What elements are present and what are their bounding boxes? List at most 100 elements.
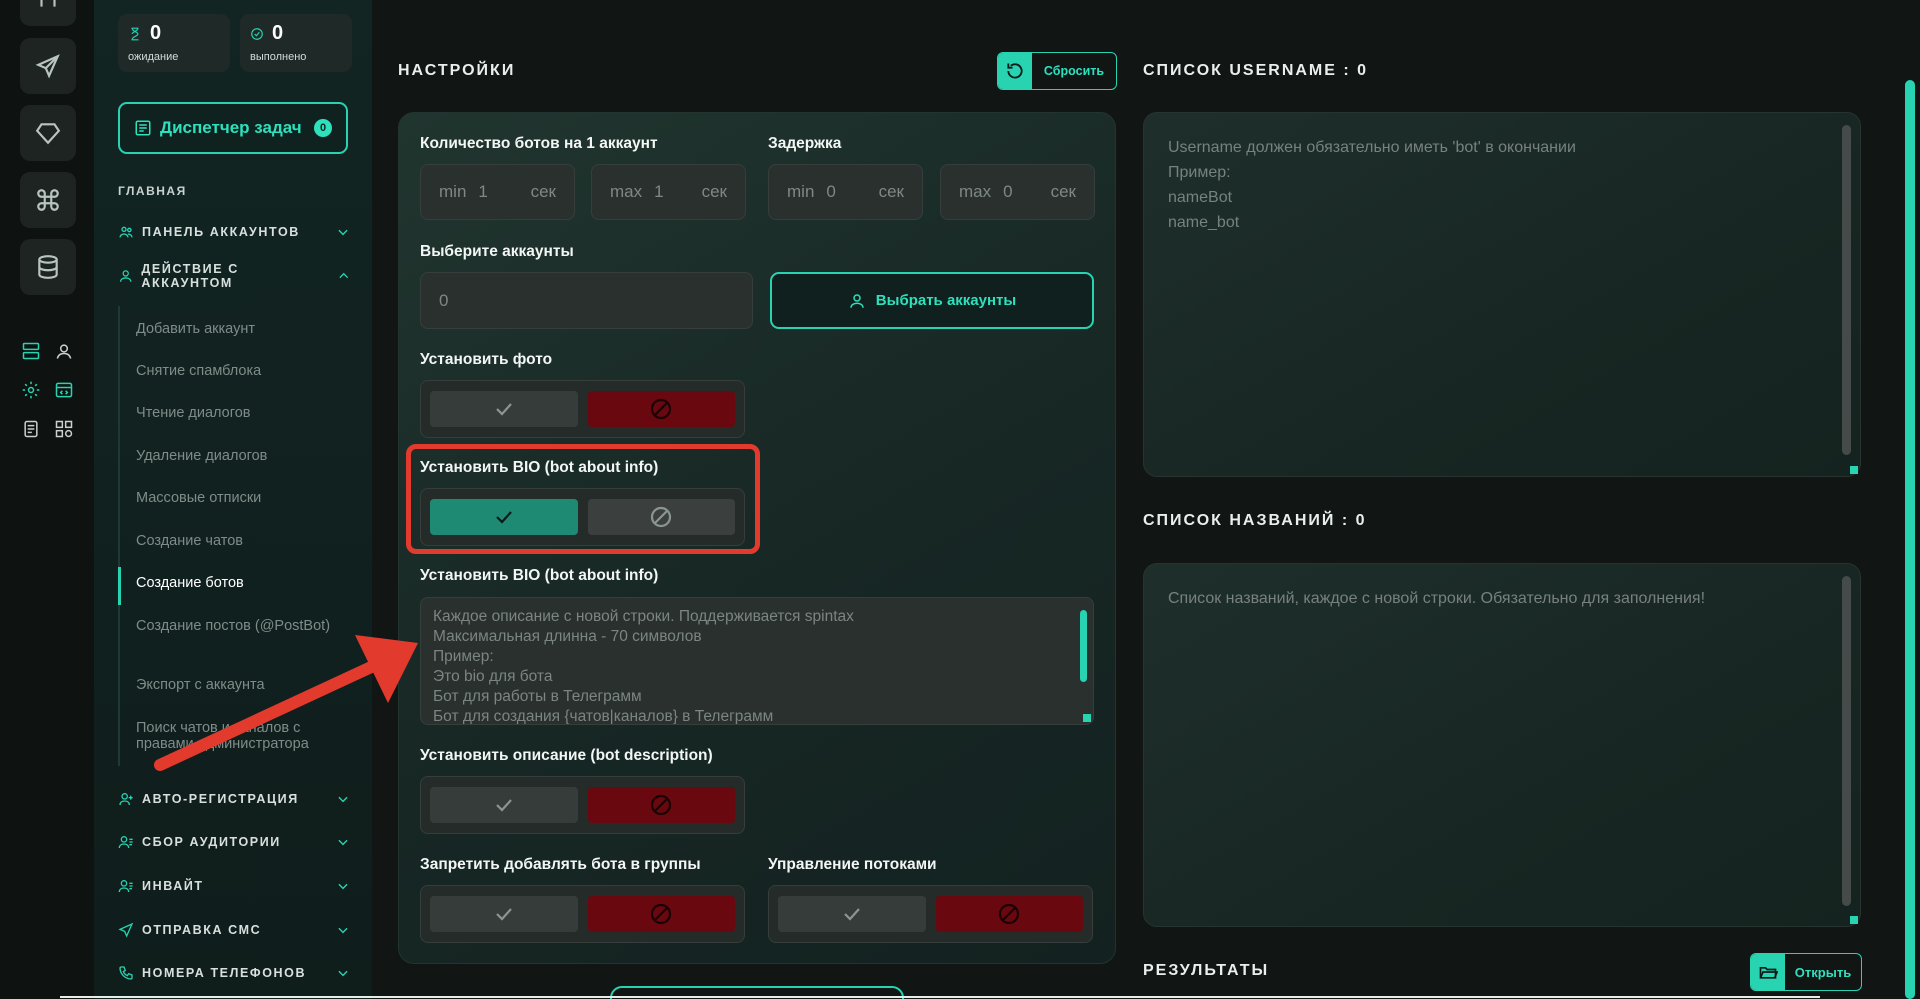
nav-group-label: СБОР АУДИТОРИИ (142, 835, 281, 849)
rail-send-button[interactable] (20, 38, 76, 94)
chevron-down-icon (338, 839, 348, 846)
submenu-line (118, 306, 120, 766)
open-results-button[interactable]: Открыть (1750, 953, 1862, 991)
rail-settings-button[interactable] (20, 379, 42, 401)
nav-group-accounts-panel[interactable]: ПАНЕЛЬ АККАУНТОВ (118, 221, 350, 243)
chevron-down-icon (338, 927, 348, 934)
set-photo-no-button[interactable] (587, 391, 735, 427)
username-list-textarea[interactable]: Username должен обязательно иметь 'bot' … (1143, 112, 1861, 477)
sidebar-item-delete-dialogs[interactable]: Удаление диалогов (136, 448, 346, 464)
stat-waiting-label: ожидание (128, 51, 179, 63)
placeholder-line: Каждое описание с новой строки. Поддержи… (433, 608, 854, 625)
username-list-title: СПИСОК USERNAME : 0 (1143, 62, 1369, 79)
resize-handle[interactable] (1850, 916, 1858, 924)
sidebar-item-spamblock[interactable]: Снятие спамблока (136, 363, 346, 379)
nav-group-label: ДЕЙСТВИЕ С АККАУНТОМ (141, 262, 239, 290)
rail-profile-button[interactable] (53, 340, 75, 362)
resize-handle[interactable] (1083, 714, 1091, 722)
nav-group-label: АВТО-РЕГИСТРАЦИЯ (142, 792, 299, 806)
stat-done: 0 выполнено (240, 14, 352, 72)
refresh-icon (1007, 63, 1023, 79)
rail-home-button[interactable] (20, 0, 76, 26)
placeholder-line: Пример: (1168, 164, 1231, 181)
bots-min-input[interactable]: min 1 сек (420, 164, 575, 220)
rail-code-button[interactable] (53, 379, 75, 401)
sidebar-item-create-bots[interactable]: Создание ботов (136, 575, 346, 591)
user-plus-icon (119, 793, 133, 806)
nav-group-auto-registration[interactable]: АВТО-РЕГИСТРАЦИЯ (118, 788, 350, 810)
rail-list-button[interactable] (20, 340, 42, 362)
choose-accounts-label: Выбрать аккаунты (875, 292, 1017, 309)
nav-group-sms[interactable]: ОТПРАВКА СМС (118, 919, 350, 941)
nav-group-invite[interactable]: ИНВАЙТ (118, 875, 350, 897)
threads-no-button[interactable] (935, 896, 1083, 932)
set-description-yes-button[interactable] (430, 787, 578, 823)
threads-yes-button[interactable] (778, 896, 926, 932)
bots-max-input[interactable]: max 1 сек (591, 164, 746, 220)
forbid-groups-no-button[interactable] (587, 896, 735, 932)
rail-apps-button[interactable] (53, 418, 75, 440)
delay-max-value: 0 (1003, 182, 1013, 201)
delay-label: Задержка (768, 135, 842, 152)
bio-textarea[interactable]: Каждое описание с новой строки. Поддержи… (420, 597, 1094, 725)
task-manager-label: Диспетчер задач (160, 118, 302, 137)
set-photo-label: Установить фото (420, 351, 553, 368)
rail-doc-button[interactable] (20, 418, 42, 440)
nav-group-audience[interactable]: СБОР АУДИТОРИИ (118, 831, 350, 853)
placeholder-line: Это bio для бота (433, 668, 553, 685)
rail-database-button[interactable] (20, 239, 76, 295)
accounts-input[interactable]: 0 (420, 272, 753, 329)
hourglass-icon (131, 27, 139, 40)
nav-group-label: ОТПРАВКА СМС (142, 923, 262, 937)
nav-group-label: НОМЕРА ТЕЛЕФОНОВ (142, 966, 307, 980)
set-photo-toggle (420, 380, 745, 438)
sidebar-item-mass-unsubscribe[interactable]: Массовые отписки (136, 490, 346, 506)
nav-group-account-actions[interactable]: ДЕЙСТВИЕ С АККАУНТОМ (118, 262, 350, 290)
app-root: 0 ожидание 0 выполнено Диспетчер задач 0… (0, 0, 1920, 999)
set-photo-yes-button[interactable] (430, 391, 578, 427)
code-window-icon (55, 382, 73, 398)
stat-waiting: 0 ожидание (118, 14, 230, 72)
page-scrollbar[interactable] (1905, 80, 1915, 999)
task-manager-badge: 0 (314, 119, 332, 137)
textarea-scrollbar[interactable] (1842, 125, 1851, 455)
user-icon (119, 270, 132, 282)
rail-command-button[interactable] (20, 172, 76, 228)
folder-open-icon (1759, 967, 1778, 979)
placeholder-line: name_bot (1168, 214, 1240, 231)
delay-min-value: 0 (826, 182, 836, 201)
reset-button[interactable]: Сбросить (997, 52, 1117, 90)
sidebar-item-create-chats[interactable]: Создание чатов (136, 533, 346, 549)
user-list-icon (118, 836, 133, 849)
icon-rail (0, 0, 94, 999)
user-location-icon (56, 344, 72, 359)
gear-icon (22, 381, 40, 399)
task-manager-button[interactable]: Диспетчер задач 0 (118, 102, 348, 154)
phone-icon (119, 966, 133, 980)
nav-group-phones[interactable]: НОМЕРА ТЕЛЕФОНОВ (118, 962, 350, 984)
min-prefix: min (787, 182, 815, 201)
chevron-down-icon (338, 883, 348, 890)
bottom-divider (60, 996, 1820, 998)
choose-accounts-button[interactable]: Выбрать аккаунты (770, 272, 1094, 329)
threads-toggle (768, 885, 1093, 943)
accounts-value: 0 (439, 290, 449, 310)
bots-max-value: 1 (654, 182, 664, 201)
sidebar-item-read-dialogs[interactable]: Чтение диалогов (136, 405, 346, 421)
max-prefix: max (959, 182, 992, 201)
textarea-scrollbar[interactable] (1080, 610, 1087, 682)
delay-max-input[interactable]: max 0 сек (940, 164, 1095, 220)
names-list-title: СПИСОК НАЗВАНИЙ : 0 (1143, 512, 1367, 529)
task-list-icon (135, 120, 151, 136)
forbid-groups-yes-button[interactable] (430, 896, 578, 932)
textarea-scrollbar[interactable] (1842, 576, 1851, 906)
set-description-no-button[interactable] (587, 787, 735, 823)
accounts-label: Выберите аккаунты (420, 243, 574, 260)
unit-label: сек (530, 182, 556, 201)
names-list-textarea[interactable]: Список названий, каждое с новой строки. … (1143, 563, 1861, 927)
rail-diamond-button[interactable] (20, 105, 76, 161)
sidebar-item-add-account[interactable]: Добавить аккаунт (136, 321, 346, 337)
delay-min-input[interactable]: min 0 сек (768, 164, 923, 220)
resize-handle[interactable] (1850, 466, 1858, 474)
annotation-arrow-icon (154, 635, 418, 771)
